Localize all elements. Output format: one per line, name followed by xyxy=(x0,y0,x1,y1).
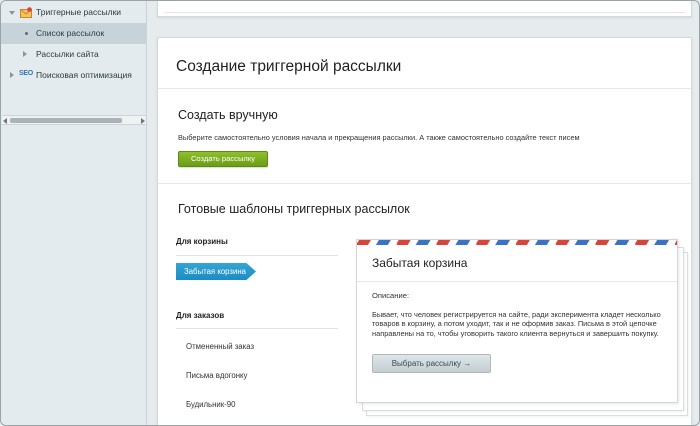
divider xyxy=(158,183,691,184)
create-mailing-button[interactable]: Создать рассылку xyxy=(178,151,268,167)
scroll-left-icon[interactable] xyxy=(3,118,7,124)
description-label: Описание: xyxy=(372,291,410,300)
template-item-cancelled-order[interactable]: Отмененный заказ xyxy=(186,342,254,351)
select-mailing-button[interactable]: Выбрать рассылку → xyxy=(372,354,491,373)
window-frame: Триггерные рассылки Список рассылок Расс… xyxy=(0,0,700,426)
manual-section-title: Создать вручную xyxy=(178,108,278,122)
chevron-right-icon[interactable] xyxy=(10,72,14,78)
template-item-alarm-90[interactable]: Будильник-90 xyxy=(186,400,235,409)
manual-description: Выберите самостоятельно условия начала и… xyxy=(178,133,580,142)
scrollbar-thumb[interactable] xyxy=(10,118,122,123)
sidebar-item-label: Список рассылок xyxy=(36,28,105,38)
divider xyxy=(176,328,338,329)
top-panel xyxy=(157,1,692,17)
sidebar-item-site-mailings[interactable]: Рассылки сайта xyxy=(1,44,147,65)
cart-category-heading: Для корзины xyxy=(176,237,228,246)
main-panel: Создание триггерной рассылки Создать вру… xyxy=(157,37,692,425)
scroll-right-icon[interactable] xyxy=(141,118,145,124)
sidebar-item-trigger-mailings[interactable]: Триггерные рассылки xyxy=(1,2,147,23)
page-title: Создание триггерной рассылки xyxy=(176,58,402,75)
seo-icon: SEO xyxy=(19,70,33,77)
template-item-follow-up-letters[interactable]: Письма вдогонку xyxy=(186,371,247,380)
template-item-forgotten-cart[interactable]: Забытая корзина xyxy=(176,263,256,280)
description-text: Бывает, что человек регистрируется на са… xyxy=(372,310,661,338)
chevron-right-icon[interactable] xyxy=(23,51,27,57)
sidebar-item-label: Триггерные рассылки xyxy=(36,7,122,17)
bullet-icon xyxy=(25,32,28,35)
orders-category-heading: Для заказов xyxy=(176,311,225,320)
divider xyxy=(158,88,691,89)
envelope-stripes xyxy=(357,240,677,245)
sidebar-item-mailing-list[interactable]: Список рассылок xyxy=(1,23,147,44)
divider xyxy=(164,12,685,13)
divider xyxy=(357,281,677,282)
card-title: Забытая корзина xyxy=(372,256,468,270)
templates-section-title: Готовые шаблоны триггерных рассылок xyxy=(178,202,410,216)
chevron-down-icon[interactable] xyxy=(9,11,15,15)
horizontal-scrollbar[interactable] xyxy=(2,115,146,125)
template-preview-card: Забытая корзина Описание: Бывает, что че… xyxy=(356,239,678,403)
sidebar-item-label: Рассылки сайта xyxy=(36,49,99,59)
sidebar-item-label: Поисковая оптимизация xyxy=(36,70,132,80)
divider xyxy=(176,255,338,256)
mail-icon xyxy=(20,7,32,18)
sidebar-item-seo[interactable]: SEO Поисковая оптимизация xyxy=(1,65,147,86)
sidebar: Триггерные рассылки Список рассылок Расс… xyxy=(1,1,147,425)
